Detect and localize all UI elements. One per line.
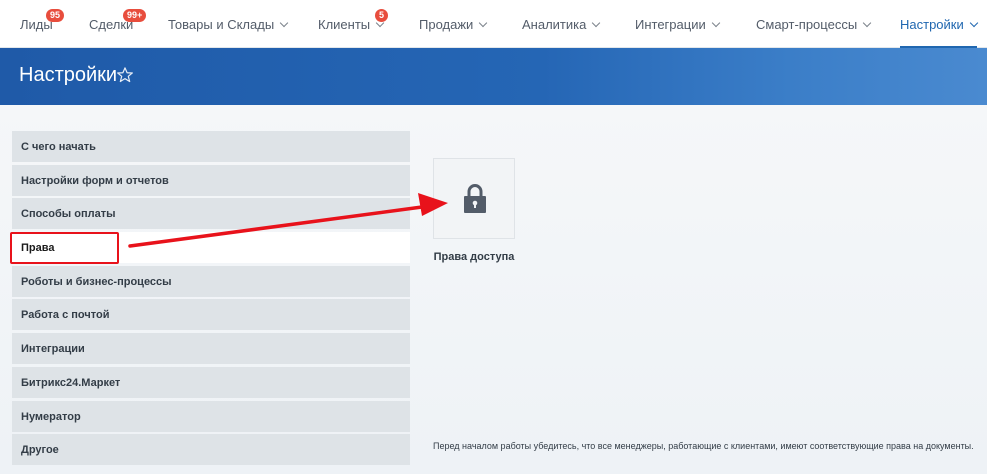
nav-item-integrations[interactable]: Интеграции — [635, 0, 720, 48]
access-rights-label[interactable]: Права доступа — [433, 251, 515, 263]
nav-item-clients[interactable]: Клиенты 5 — [318, 0, 389, 48]
footer-note: Перед началом работы убедитесь, что все … — [433, 441, 974, 451]
chevron-down-icon — [279, 18, 289, 27]
nav-badge-leads: 95 — [46, 9, 65, 22]
nav-item-smart-processes[interactable]: Смарт-процессы — [756, 0, 872, 48]
menu-item-form-settings[interactable]: Настройки форм и отчетов — [12, 165, 410, 196]
chevron-down-icon — [969, 18, 978, 27]
nav-badge-clients: 5 — [375, 9, 389, 22]
menu-item-robots[interactable]: Роботы и бизнес-процессы — [12, 266, 410, 297]
nav-item-label: Товары и Склады — [168, 16, 275, 32]
menu-item-label: Битрикс24.Маркет — [21, 376, 121, 389]
menu-item-other[interactable]: Другое — [12, 434, 410, 465]
nav-item-analytics[interactable]: Аналитика — [522, 0, 601, 48]
star-outline-icon[interactable] — [116, 66, 134, 84]
nav-item-sales[interactable]: Продажи — [419, 0, 488, 48]
menu-item-integrations[interactable]: Интеграции — [12, 333, 410, 364]
nav-item-label: Клиенты — [318, 16, 371, 32]
annotation-highlight-box — [10, 232, 119, 264]
menu-item-label: Работа с почтой — [21, 308, 110, 321]
nav-item-label: Аналитика — [522, 16, 587, 32]
menu-item-label: Настройки форм и отчетов — [21, 174, 169, 187]
nav-item-label: Настройки — [900, 16, 964, 32]
nav-badge-deals: 99+ — [123, 9, 147, 22]
menu-item-numerator[interactable]: Нумератор — [12, 401, 410, 432]
chevron-down-icon — [479, 18, 488, 27]
menu-item-label: Интеграции — [21, 342, 85, 355]
menu-item-mail[interactable]: Работа с почтой — [12, 299, 410, 330]
page-title: Настройки — [19, 64, 118, 86]
menu-item-label: Другое — [21, 443, 59, 456]
chevron-down-icon — [711, 18, 720, 27]
nav-item-label: Интеграции — [635, 16, 706, 32]
menu-item-label: Роботы и бизнес-процессы — [21, 275, 172, 288]
nav-item-label: Продажи — [419, 16, 474, 32]
lock-icon — [464, 184, 486, 213]
chevron-down-icon — [862, 18, 872, 27]
nav-item-products[interactable]: Товары и Склады — [168, 0, 289, 48]
menu-item-label: С чего начать — [21, 140, 96, 153]
nav-item-label: Смарт-процессы — [756, 16, 858, 32]
nav-item-leads[interactable]: Лиды 95 — [20, 0, 65, 48]
top-navigation: Лиды 95 Сделки 99+ Товары и Склады Клиен… — [0, 0, 987, 48]
menu-item-payment-methods[interactable]: Способы оплаты — [12, 198, 410, 229]
nav-item-settings[interactable]: Настройки — [900, 0, 978, 48]
menu-item-market[interactable]: Битрикс24.Маркет — [12, 367, 410, 398]
menu-item-label: Нумератор — [21, 410, 81, 423]
menu-item-label: Способы оплаты — [21, 207, 116, 220]
access-rights-tile[interactable] — [433, 158, 515, 239]
chevron-down-icon — [592, 18, 601, 27]
page-header: Настройки — [0, 48, 987, 105]
nav-item-deals[interactable]: Сделки 99+ — [89, 0, 147, 48]
menu-item-getting-started[interactable]: С чего начать — [12, 131, 410, 162]
